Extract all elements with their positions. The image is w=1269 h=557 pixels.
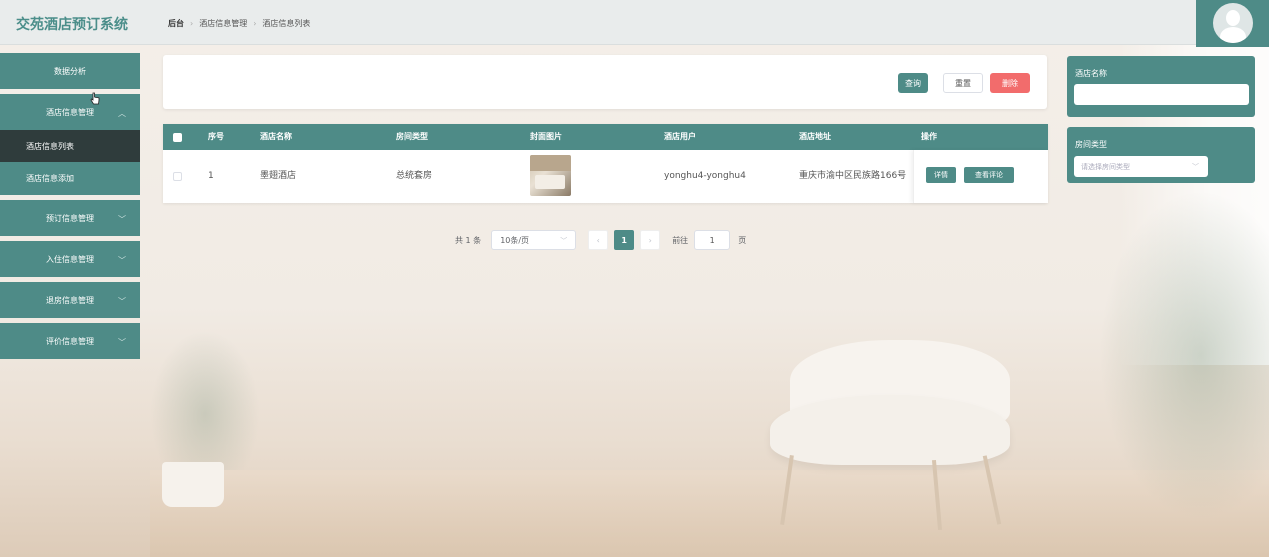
cell-hotel-name: 墨翅酒店 [260, 171, 297, 181]
hotel-name-input[interactable] [1074, 84, 1249, 105]
cover-image-bed [535, 175, 565, 189]
background-plant-pot [162, 462, 224, 507]
sidebar-item-data-analysis[interactable]: 数据分析 [0, 53, 140, 89]
table-header: 序号 酒店名称 房间类型 封面图片 酒店用户 酒店地址 操作 [163, 124, 1048, 150]
query-button[interactable]: 查询 [898, 73, 928, 93]
room-type-placeholder: 请选择房间类型 [1081, 162, 1130, 171]
chevron-down-icon: ﹀ [118, 215, 126, 224]
column-header-room-type: 房间类型 [396, 132, 428, 141]
reset-button[interactable]: 重置 [943, 73, 983, 93]
table-row: 1 墨翅酒店 总统套房 yonghu4-yonghu4 重庆市渝中区民族路166… [163, 150, 1048, 203]
hotel-table: 序号 酒店名称 房间类型 封面图片 酒店用户 酒店地址 操作 1 墨翅酒店 总统… [163, 124, 1048, 203]
column-header-name: 酒店名称 [260, 132, 292, 141]
filter-room-type-panel: 房间类型 请选择房间类型 ﹀ [1067, 127, 1255, 183]
sidebar-item-label: 酒店信息添加 [26, 174, 74, 183]
chevron-left-icon: ‹ [596, 235, 600, 245]
breadcrumb-item-hotel-management[interactable]: 酒店信息管理 [199, 18, 247, 29]
page-size-select[interactable]: 10条/页 ﹀ [491, 230, 577, 250]
chevron-up-icon: ︿ [118, 109, 126, 118]
user-icon-body [1220, 27, 1246, 43]
top-header: 交苑酒店预订系统 后台 › 酒店信息管理 › 酒店信息列表 [0, 0, 1269, 47]
sidebar-item-review-management[interactable]: 评价信息管理 ﹀ [0, 323, 140, 359]
chevron-down-icon: ﹀ [1192, 163, 1199, 171]
sidebar-item-label: 入住信息管理 [46, 254, 94, 264]
goto-page-input[interactable]: 1 [694, 230, 731, 250]
chevron-down-icon: ﹀ [118, 256, 126, 265]
sidebar-item-label: 酒店信息管理 [46, 107, 94, 117]
filter-hotel-name-panel: 酒店名称 [1067, 56, 1255, 117]
user-icon [1226, 10, 1240, 26]
sidebar-item-hotel-management[interactable]: 酒店信息管理 ︿ [0, 94, 140, 130]
breadcrumb: 后台 › 酒店信息管理 › 酒店信息列表 [168, 18, 310, 29]
filter-hotel-name-label: 酒店名称 [1075, 69, 1107, 78]
goto-label: 前往 [672, 235, 689, 245]
column-header-user: 酒店用户 [664, 132, 696, 141]
cover-image-wall [530, 155, 571, 171]
next-page-button[interactable]: › [640, 230, 661, 250]
chevron-down-icon: ﹀ [118, 297, 126, 306]
column-header-index: 序号 [208, 132, 224, 141]
select-all-checkbox[interactable] [173, 133, 182, 142]
avatar[interactable] [1213, 3, 1253, 43]
cell-room-type: 总统套房 [396, 171, 433, 181]
cell-index: 1 [208, 171, 214, 181]
user-avatar-area[interactable] [1196, 0, 1269, 47]
sidebar-item-label: 预订信息管理 [46, 213, 94, 223]
column-header-cover: 封面图片 [530, 132, 562, 141]
row-checkbox[interactable] [173, 172, 182, 181]
column-header-actions: 操作 [921, 132, 937, 141]
page-size-value: 10条/页 [500, 235, 530, 245]
page-unit-label: 页 [738, 235, 747, 245]
breadcrumb-separator-icon: › [190, 19, 194, 28]
column-header-address: 酒店地址 [799, 132, 831, 141]
sidebar-item-label: 退房信息管理 [46, 295, 94, 305]
background-plant-left [150, 330, 260, 470]
sidebar-item-booking-management[interactable]: 预订信息管理 ﹀ [0, 200, 140, 236]
detail-button[interactable]: 详情 [926, 167, 956, 183]
sidebar: 数据分析 酒店信息管理 ︿ 酒店信息列表 酒店信息添加 预订信息管理 ﹀ 入住信… [0, 53, 140, 364]
room-type-select[interactable]: 请选择房间类型 ﹀ [1074, 156, 1208, 177]
sidebar-item-checkin-management[interactable]: 入住信息管理 ﹀ [0, 241, 140, 277]
app-title: 交苑酒店预订系统 [16, 17, 128, 33]
cell-hotel-user: yonghu4-yonghu4 [664, 171, 746, 181]
prev-page-button[interactable]: ‹ [588, 230, 609, 250]
breadcrumb-separator-icon: › [253, 19, 257, 28]
cell-hotel-address: 重庆市渝中区民族路166号 [799, 171, 907, 181]
sidebar-item-label: 酒店信息列表 [26, 141, 74, 151]
hand-cursor-icon [90, 92, 100, 105]
background-plant-right [1099, 190, 1269, 520]
sidebar-submenu-hotel: 酒店信息列表 酒店信息添加 [0, 130, 140, 195]
sidebar-item-hotel-add[interactable]: 酒店信息添加 [0, 162, 140, 195]
sidebar-item-hotel-list[interactable]: 酒店信息列表 [0, 130, 140, 162]
sidebar-item-label: 数据分析 [54, 66, 86, 76]
page-number-button[interactable]: 1 [614, 230, 635, 250]
view-reviews-button[interactable]: 查看评论 [964, 167, 1014, 183]
breadcrumb-item-home[interactable]: 后台 [168, 18, 184, 29]
delete-button[interactable]: 删除 [990, 73, 1030, 93]
search-panel: 查询 重置 删除 [163, 55, 1047, 109]
background-chair-seat [770, 395, 1010, 465]
chevron-right-icon: › [648, 235, 652, 245]
pagination: 共 1 条 10条/页 ﹀ ‹ 1 › 前往 1 页 [455, 230, 746, 250]
sidebar-item-checkout-management[interactable]: 退房信息管理 ﹀ [0, 282, 140, 318]
chevron-down-icon: ﹀ [118, 338, 126, 347]
row-actions: 详情 查看评论 [913, 150, 1048, 203]
cover-image[interactable] [530, 155, 571, 196]
pagination-total: 共 1 条 [455, 235, 482, 245]
breadcrumb-item-hotel-list: 酒店信息列表 [262, 19, 311, 28]
sidebar-item-label: 评价信息管理 [46, 336, 94, 346]
chevron-down-icon: ﹀ [560, 237, 568, 245]
filter-room-type-label: 房间类型 [1075, 140, 1107, 149]
